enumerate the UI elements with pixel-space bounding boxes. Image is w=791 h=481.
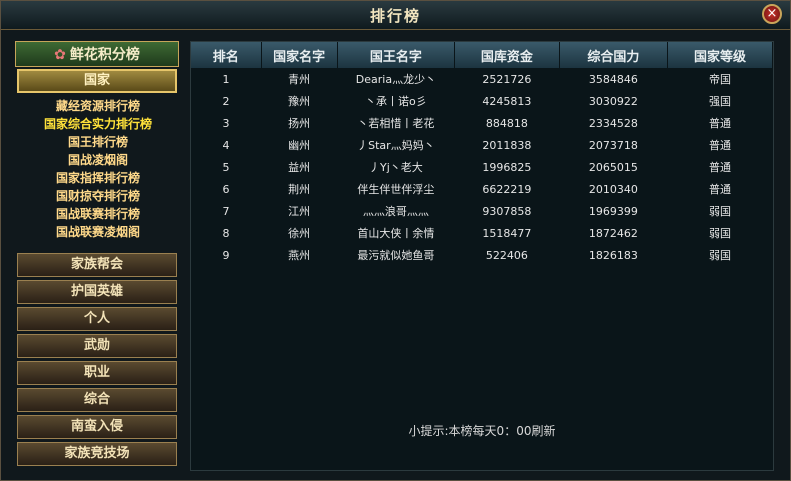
cell-rank: 3 <box>222 116 230 130</box>
cell-level: 普通 <box>709 139 732 152</box>
sub-item-plunder-ranking[interactable]: 国财掠夺排行榜 <box>15 187 181 205</box>
cell-rank: 2 <box>222 94 230 108</box>
table-row: 1 青州 Dearia灬龙少丶 2521726 3584846 帝国 <box>191 68 773 90</box>
sidebar: ✿ 鲜花积分榜 国家 藏经资源排行榜 国家综合实力排行榜 国王排行榜 国战凌烟阁 … <box>15 41 181 467</box>
table-row: 2 豫州 丶承丨诺o彡 4245813 3030922 强国 <box>191 90 773 112</box>
sub-item-country-strength[interactable]: 国家综合实力排行榜 <box>15 115 181 133</box>
table-header-row: 排名 国家名字 国王名字 国库资金 综合国力 国家等级 <box>191 42 773 68</box>
cell-treasury: 6622219 <box>482 182 532 196</box>
flower-score-ranking-button[interactable]: ✿ 鲜花积分榜 <box>15 41 179 67</box>
cell-king: 丿Star灬妈妈丶 <box>357 139 435 152</box>
cell-level: 普通 <box>709 183 732 196</box>
cell-power: 2065015 <box>588 160 638 174</box>
cell-power: 2073718 <box>588 138 638 152</box>
cell-rank: 7 <box>222 204 230 218</box>
cell-rank: 4 <box>222 138 230 152</box>
category-family-guild[interactable]: 家族帮会 <box>17 253 177 277</box>
cell-king: 首山大侠丨余情 <box>357 227 435 240</box>
category-personal[interactable]: 个人 <box>17 307 177 331</box>
category-country[interactable]: 国家 <box>17 69 177 93</box>
cell-country: 扬州 <box>288 117 311 130</box>
cell-power: 1969399 <box>588 204 638 218</box>
table-row: 4 幽州 丿Star灬妈妈丶 2011838 2073718 普通 <box>191 134 773 156</box>
cell-level: 帝国 <box>709 73 732 86</box>
cell-level: 弱国 <box>709 227 732 240</box>
sub-item-league-hall[interactable]: 国战联赛凌烟阁 <box>15 223 181 241</box>
window-title: 排行榜 <box>369 7 421 25</box>
table-row: 3 扬州 丶若相惜丨老花 884818 2334528 普通 <box>191 112 773 134</box>
cell-country: 燕州 <box>288 249 311 262</box>
category-overall[interactable]: 综合 <box>17 388 177 412</box>
cell-treasury: 1996825 <box>482 160 532 174</box>
category-guardian-hero[interactable]: 护国英雄 <box>17 280 177 304</box>
cell-king: 灬灬浪哥灬灬 <box>362 205 429 218</box>
header-rank: 排名 <box>191 42 262 68</box>
cell-king: 伴生伴世伴浮尘 <box>357 183 435 196</box>
ranking-panel: 排名 国家名字 国王名字 国库资金 综合国力 国家等级 1 青州 Dearia灬… <box>190 41 774 471</box>
cell-power: 2334528 <box>588 116 638 130</box>
cell-rank: 8 <box>222 226 230 240</box>
cell-country: 豫州 <box>288 95 311 108</box>
cell-country: 江州 <box>288 205 311 218</box>
cell-rank: 6 <box>222 182 230 196</box>
header-country-name: 国家名字 <box>261 42 338 68</box>
header-king-name: 国王名字 <box>337 42 456 68</box>
cell-rank: 9 <box>222 248 230 262</box>
cell-power: 3584846 <box>588 72 638 86</box>
cell-treasury: 9307858 <box>482 204 532 218</box>
cell-level: 普通 <box>709 161 732 174</box>
sub-item-king-ranking[interactable]: 国王排行榜 <box>15 133 181 151</box>
cell-rank: 1 <box>222 72 230 86</box>
category-family-arena[interactable]: 家族竞技场 <box>17 442 177 466</box>
cell-level: 强国 <box>709 95 732 108</box>
cell-king: 丶若相惜丨老花 <box>357 117 435 130</box>
table-row: 7 江州 灬灬浪哥灬灬 9307858 1969399 弱国 <box>191 200 773 222</box>
cell-country: 荆州 <box>288 183 311 196</box>
category-southern-invasion[interactable]: 南蛮入侵 <box>17 415 177 439</box>
table-row: 6 荆州 伴生伴世伴浮尘 6622219 2010340 普通 <box>191 178 773 200</box>
table-row: 9 燕州 最污就似她鱼哥 522406 1826183 弱国 <box>191 244 773 266</box>
table-row: 5 益州 丿Yj丶老大 1996825 2065015 普通 <box>191 156 773 178</box>
cell-power: 1872462 <box>588 226 638 240</box>
cell-king: 丿Yj丶老大 <box>369 161 423 174</box>
cell-treasury: 1518477 <box>482 226 532 240</box>
sub-item-league-ranking[interactable]: 国战联赛排行榜 <box>15 205 181 223</box>
header-power: 综合国力 <box>559 42 669 68</box>
category-merit[interactable]: 武勋 <box>17 334 177 358</box>
cell-country: 益州 <box>288 161 311 174</box>
cell-treasury: 522406 <box>485 248 528 262</box>
category-profession[interactable]: 职业 <box>17 361 177 385</box>
sub-item-scripture-resource[interactable]: 藏经资源排行榜 <box>15 97 181 115</box>
cell-king: 最污就似她鱼哥 <box>357 249 435 262</box>
cell-treasury: 2011838 <box>482 138 532 152</box>
refresh-tip: 小提示:本榜每天0：00刷新 <box>408 424 556 438</box>
cell-level: 弱国 <box>709 249 732 262</box>
header-treasury: 国库资金 <box>454 42 560 68</box>
cell-level: 弱国 <box>709 205 732 218</box>
cell-king: 丶承丨诺o彡 <box>365 95 427 108</box>
cell-country: 幽州 <box>288 139 311 152</box>
header-country-level: 国家等级 <box>667 42 773 68</box>
cell-rank: 5 <box>222 160 230 174</box>
cell-treasury: 2521726 <box>482 72 532 86</box>
flower-icon: ✿ <box>54 47 66 63</box>
sub-item-war-hall[interactable]: 国战凌烟阁 <box>15 151 181 169</box>
sub-item-command-ranking[interactable]: 国家指挥排行榜 <box>15 169 181 187</box>
cell-power: 1826183 <box>588 248 638 262</box>
cell-power: 3030922 <box>588 94 638 108</box>
cell-king: Dearia灬龙少丶 <box>355 73 437 86</box>
ranking-table: 排名 国家名字 国王名字 国库资金 综合国力 国家等级 1 青州 Dearia灬… <box>191 42 773 266</box>
ranking-window: 排行榜 × ✿ 鲜花积分榜 国家 藏经资源排行榜 国家综合实力排行榜 国王排行榜 … <box>0 0 791 481</box>
cell-treasury: 884818 <box>485 116 528 130</box>
close-button[interactable]: × <box>762 4 782 24</box>
cell-power: 2010340 <box>588 182 638 196</box>
title-bar: 排行榜 × <box>1 1 790 30</box>
table-row: 8 徐州 首山大侠丨余情 1518477 1872462 弱国 <box>191 222 773 244</box>
cell-level: 普通 <box>709 117 732 130</box>
flower-score-label: 鲜花积分榜 <box>69 47 140 63</box>
cell-country: 青州 <box>288 73 311 86</box>
cell-treasury: 4245813 <box>482 94 532 108</box>
cell-country: 徐州 <box>288 227 311 240</box>
